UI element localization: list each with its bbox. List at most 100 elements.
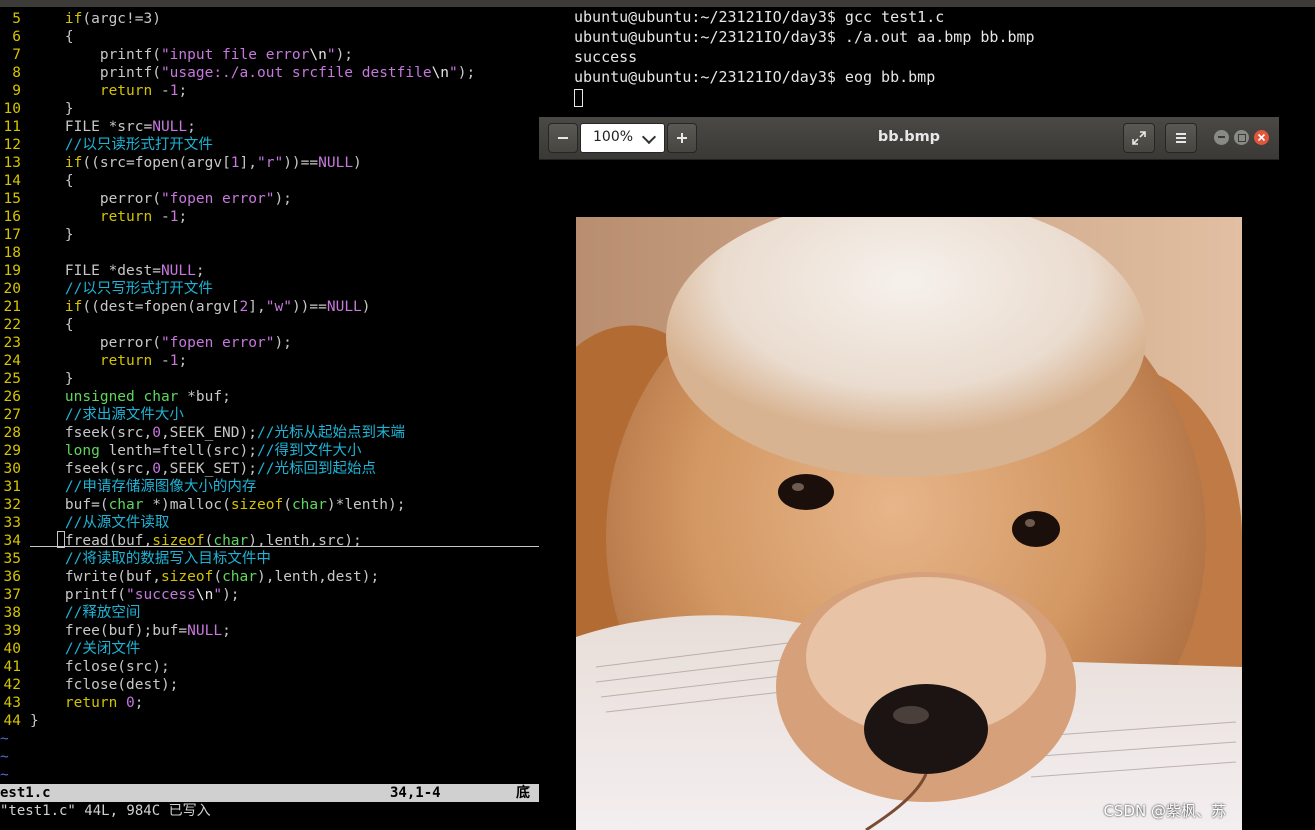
maximize-button[interactable] xyxy=(1234,130,1249,145)
code-line[interactable]: 25 } xyxy=(0,370,540,388)
code-line[interactable]: 30 fseek(src,0,SEEK_SET);//光标回到起始点 xyxy=(0,460,540,478)
line-text: FILE *dest=NULL; xyxy=(30,263,205,279)
line-number: 37 xyxy=(3,587,21,603)
zoom-level-value: 100% xyxy=(593,129,634,145)
line-number: 18 xyxy=(3,245,21,261)
code-line[interactable]: 9 return -1; xyxy=(0,82,540,100)
line-number: 14 xyxy=(3,173,21,189)
line-text: fclose(src); xyxy=(30,659,170,675)
code-line[interactable]: 34 fread(buf,sizeof(char),lenth,src); xyxy=(0,532,540,550)
line-number: 19 xyxy=(3,263,21,279)
line-text: { xyxy=(30,173,74,189)
code-line[interactable]: 19 FILE *dest=NULL; xyxy=(0,262,540,280)
status-scroll: 底 xyxy=(516,785,530,801)
code-line[interactable]: 22 { xyxy=(0,316,540,334)
line-text: printf("input file error\n"); xyxy=(30,47,354,63)
code-line[interactable]: 29 long lenth=ftell(src);//得到文件大小 xyxy=(0,442,540,460)
fullscreen-button[interactable] xyxy=(1123,123,1155,153)
code-line[interactable]: 23 perror("fopen error"); xyxy=(0,334,540,352)
puppy-photo xyxy=(576,217,1242,830)
zoom-out-button[interactable] xyxy=(548,123,578,153)
line-number: 29 xyxy=(3,443,21,459)
watermark-text: CSDN @紫枫、苏 xyxy=(1103,802,1226,820)
line-number: 40 xyxy=(3,641,21,657)
line-number: 12 xyxy=(3,137,21,153)
code-line[interactable]: 12 //以只读形式打开文件 xyxy=(0,136,540,154)
code-line[interactable]: 20 //以只写形式打开文件 xyxy=(0,280,540,298)
code-line[interactable]: 18 xyxy=(0,244,540,262)
minus-icon xyxy=(558,137,568,139)
code-line[interactable]: 8 printf("usage:./a.out srcfile destfile… xyxy=(0,64,540,82)
line-text: { xyxy=(30,29,74,45)
code-line[interactable]: 27 //求出源文件大小 xyxy=(0,406,540,424)
line-number: 21 xyxy=(3,299,21,315)
line-number: 32 xyxy=(3,497,21,513)
line-number: 26 xyxy=(3,389,21,405)
line-text: //申请存储源图像大小的内存 xyxy=(30,479,257,495)
code-line[interactable]: 38 //释放空间 xyxy=(0,604,540,622)
code-line[interactable]: 28 fseek(src,0,SEEK_END);//光标从起始点到末端 xyxy=(0,424,540,442)
code-line[interactable]: 37 printf("success\n"); xyxy=(0,586,540,604)
code-line[interactable]: 6 { xyxy=(0,28,540,46)
code-line[interactable]: 13 if((src=fopen(argv[1],"r"))==NULL) xyxy=(0,154,540,172)
chevron-down-icon xyxy=(641,129,657,145)
line-number: 35 xyxy=(3,551,21,567)
line-text: fwrite(buf,sizeof(char),lenth,dest); xyxy=(30,569,380,585)
code-line[interactable]: 17 } xyxy=(0,226,540,244)
terminal-pane[interactable]: ubuntu@ubuntu:~/23121IO/day3$ gcc test1.… xyxy=(567,7,1315,117)
terminal-line: ubuntu@ubuntu:~/23121IO/day3$ eog bb.bmp xyxy=(574,68,936,86)
code-line[interactable]: 40 //关闭文件 xyxy=(0,640,540,658)
code-line[interactable]: 31 //申请存储源图像大小的内存 xyxy=(0,478,540,496)
code-line[interactable]: 10 } xyxy=(0,100,540,118)
code-line[interactable]: 43 return 0; xyxy=(0,694,540,712)
code-line[interactable]: 39 free(buf);buf=NULL; xyxy=(0,622,540,640)
terminal-cursor xyxy=(574,88,583,107)
code-line[interactable]: 5 if(argc!=3) xyxy=(0,10,540,28)
line-number: 13 xyxy=(3,155,21,171)
code-line[interactable]: 35 //将读取的数据写入目标文件中 xyxy=(0,550,540,568)
minimize-button[interactable] xyxy=(1214,130,1229,145)
displayed-image-puppy[interactable]: CSDN @紫枫、苏 xyxy=(576,217,1242,830)
close-button[interactable] xyxy=(1254,130,1269,145)
code-area[interactable]: 5 if(argc!=3) 6 {7 printf("input file err… xyxy=(0,10,540,784)
code-line[interactable]: 36 fwrite(buf,sizeof(char),lenth,dest); xyxy=(0,568,540,586)
code-line[interactable]: 44} xyxy=(0,712,540,730)
code-line[interactable]: 42 fclose(dest); xyxy=(0,676,540,694)
top-panel-bar xyxy=(0,0,1315,7)
code-line[interactable]: 15 perror("fopen error"); xyxy=(0,190,540,208)
line-text: fclose(dest); xyxy=(30,677,179,693)
line-text: } xyxy=(30,101,74,117)
line-number: 20 xyxy=(3,281,21,297)
line-text: //将读取的数据写入目标文件中 xyxy=(30,551,271,567)
code-line[interactable]: 21 if((dest=fopen(argv[2],"w"))==NULL) xyxy=(0,298,540,316)
code-line[interactable]: 16 return -1; xyxy=(0,208,540,226)
line-number: 22 xyxy=(3,317,21,333)
terminal-line: ubuntu@ubuntu:~/23121IO/day3$ ./a.out aa… xyxy=(574,28,1035,46)
line-number: 25 xyxy=(3,371,21,387)
line-text: printf("usage:./a.out srcfile destfile\n… xyxy=(30,65,476,81)
line-text: return -1; xyxy=(99,353,188,369)
expand-icon xyxy=(1132,131,1146,145)
code-line[interactable]: 33 //从源文件读取 xyxy=(0,514,540,532)
image-viewer-headerbar[interactable]: 100% bb.bmp xyxy=(539,117,1279,160)
zoom-level-select[interactable]: 100% xyxy=(580,123,665,153)
line-text: //求出源文件大小 xyxy=(30,407,184,423)
vim-editor[interactable]: 5 if(argc!=3) 6 {7 printf("input file err… xyxy=(0,7,540,830)
menu-button[interactable] xyxy=(1165,123,1197,153)
code-line[interactable]: 7 printf("input file error\n"); xyxy=(0,46,540,64)
line-number: 6 xyxy=(12,29,21,45)
line-number: 7 xyxy=(12,47,21,63)
line-text: return -1; xyxy=(99,83,188,99)
code-line[interactable]: 26 unsigned char *buf; xyxy=(0,388,540,406)
code-line[interactable]: 14 { xyxy=(0,172,540,190)
zoom-in-button[interactable] xyxy=(667,123,697,153)
line-number: 41 xyxy=(3,659,21,675)
code-line[interactable]: 41 fclose(src); xyxy=(0,658,540,676)
line-number: 33 xyxy=(3,515,21,531)
empty-buffer-line: ~ xyxy=(0,767,9,783)
line-text: { xyxy=(30,317,74,333)
code-line[interactable]: 24 return -1; xyxy=(0,352,540,370)
code-line[interactable]: 11 FILE *src=NULL; xyxy=(0,118,540,136)
code-line[interactable]: 32 buf=(char *)malloc(sizeof(char)*lenth… xyxy=(0,496,540,514)
line-number: 5 xyxy=(12,11,21,27)
